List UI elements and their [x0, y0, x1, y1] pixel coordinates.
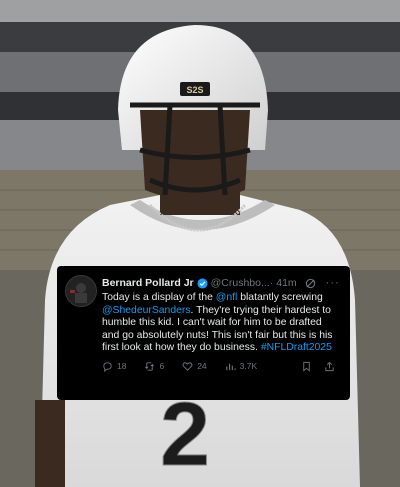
repost-count: 6 — [159, 361, 165, 372]
tweet-link[interactable]: @ShedeurSanders — [102, 305, 191, 316]
view-count: 3.7K — [239, 361, 258, 372]
avatar[interactable] — [65, 275, 97, 307]
reply-count: 18 — [117, 361, 127, 372]
share-icon[interactable] — [324, 361, 335, 372]
helmet-logo: S2S — [186, 85, 203, 95]
tweet-header: Bernard Pollard Jr @Crushbo... · 41m ··· — [66, 273, 341, 293]
tweet-card[interactable]: Bernard Pollard Jr @Crushbo... · 41m ···… — [57, 266, 350, 400]
grok-icon[interactable] — [305, 278, 316, 289]
repost-icon — [145, 362, 155, 371]
like-button[interactable]: 24 — [182, 361, 207, 372]
verified-badge-icon — [197, 277, 208, 289]
like-count: 24 — [197, 361, 207, 372]
separator-dot: · — [269, 277, 274, 289]
reply-icon — [103, 362, 112, 372]
background-photo: S2S 2 — [0, 0, 400, 487]
tweet-link[interactable]: #NFLDraft2025 — [261, 342, 332, 353]
tweet-actions: 18 6 24 3.7K — [102, 361, 341, 372]
views-button[interactable]: 3.7K — [225, 361, 258, 372]
heart-icon — [182, 362, 193, 371]
more-options-icon[interactable]: ··· — [326, 277, 340, 289]
views-icon — [225, 363, 236, 371]
tweet-text: Today is a display of the @nfl blatantly… — [102, 292, 341, 355]
author-handle[interactable]: @Crushbo... — [211, 277, 270, 289]
tweet-time[interactable]: 41m — [276, 277, 296, 289]
tweet-text-segment: blatantly screwing — [237, 292, 323, 303]
author-name[interactable]: Bernard Pollard Jr — [102, 277, 194, 289]
reply-button[interactable]: 18 — [102, 361, 126, 372]
repost-button[interactable]: 6 — [144, 361, 164, 372]
jersey-number: 2 — [160, 385, 210, 485]
tweet-text-segment: Today is a display of the — [102, 292, 216, 303]
tweet-link[interactable]: @nfl — [216, 292, 238, 303]
bookmark-icon[interactable] — [301, 361, 312, 372]
